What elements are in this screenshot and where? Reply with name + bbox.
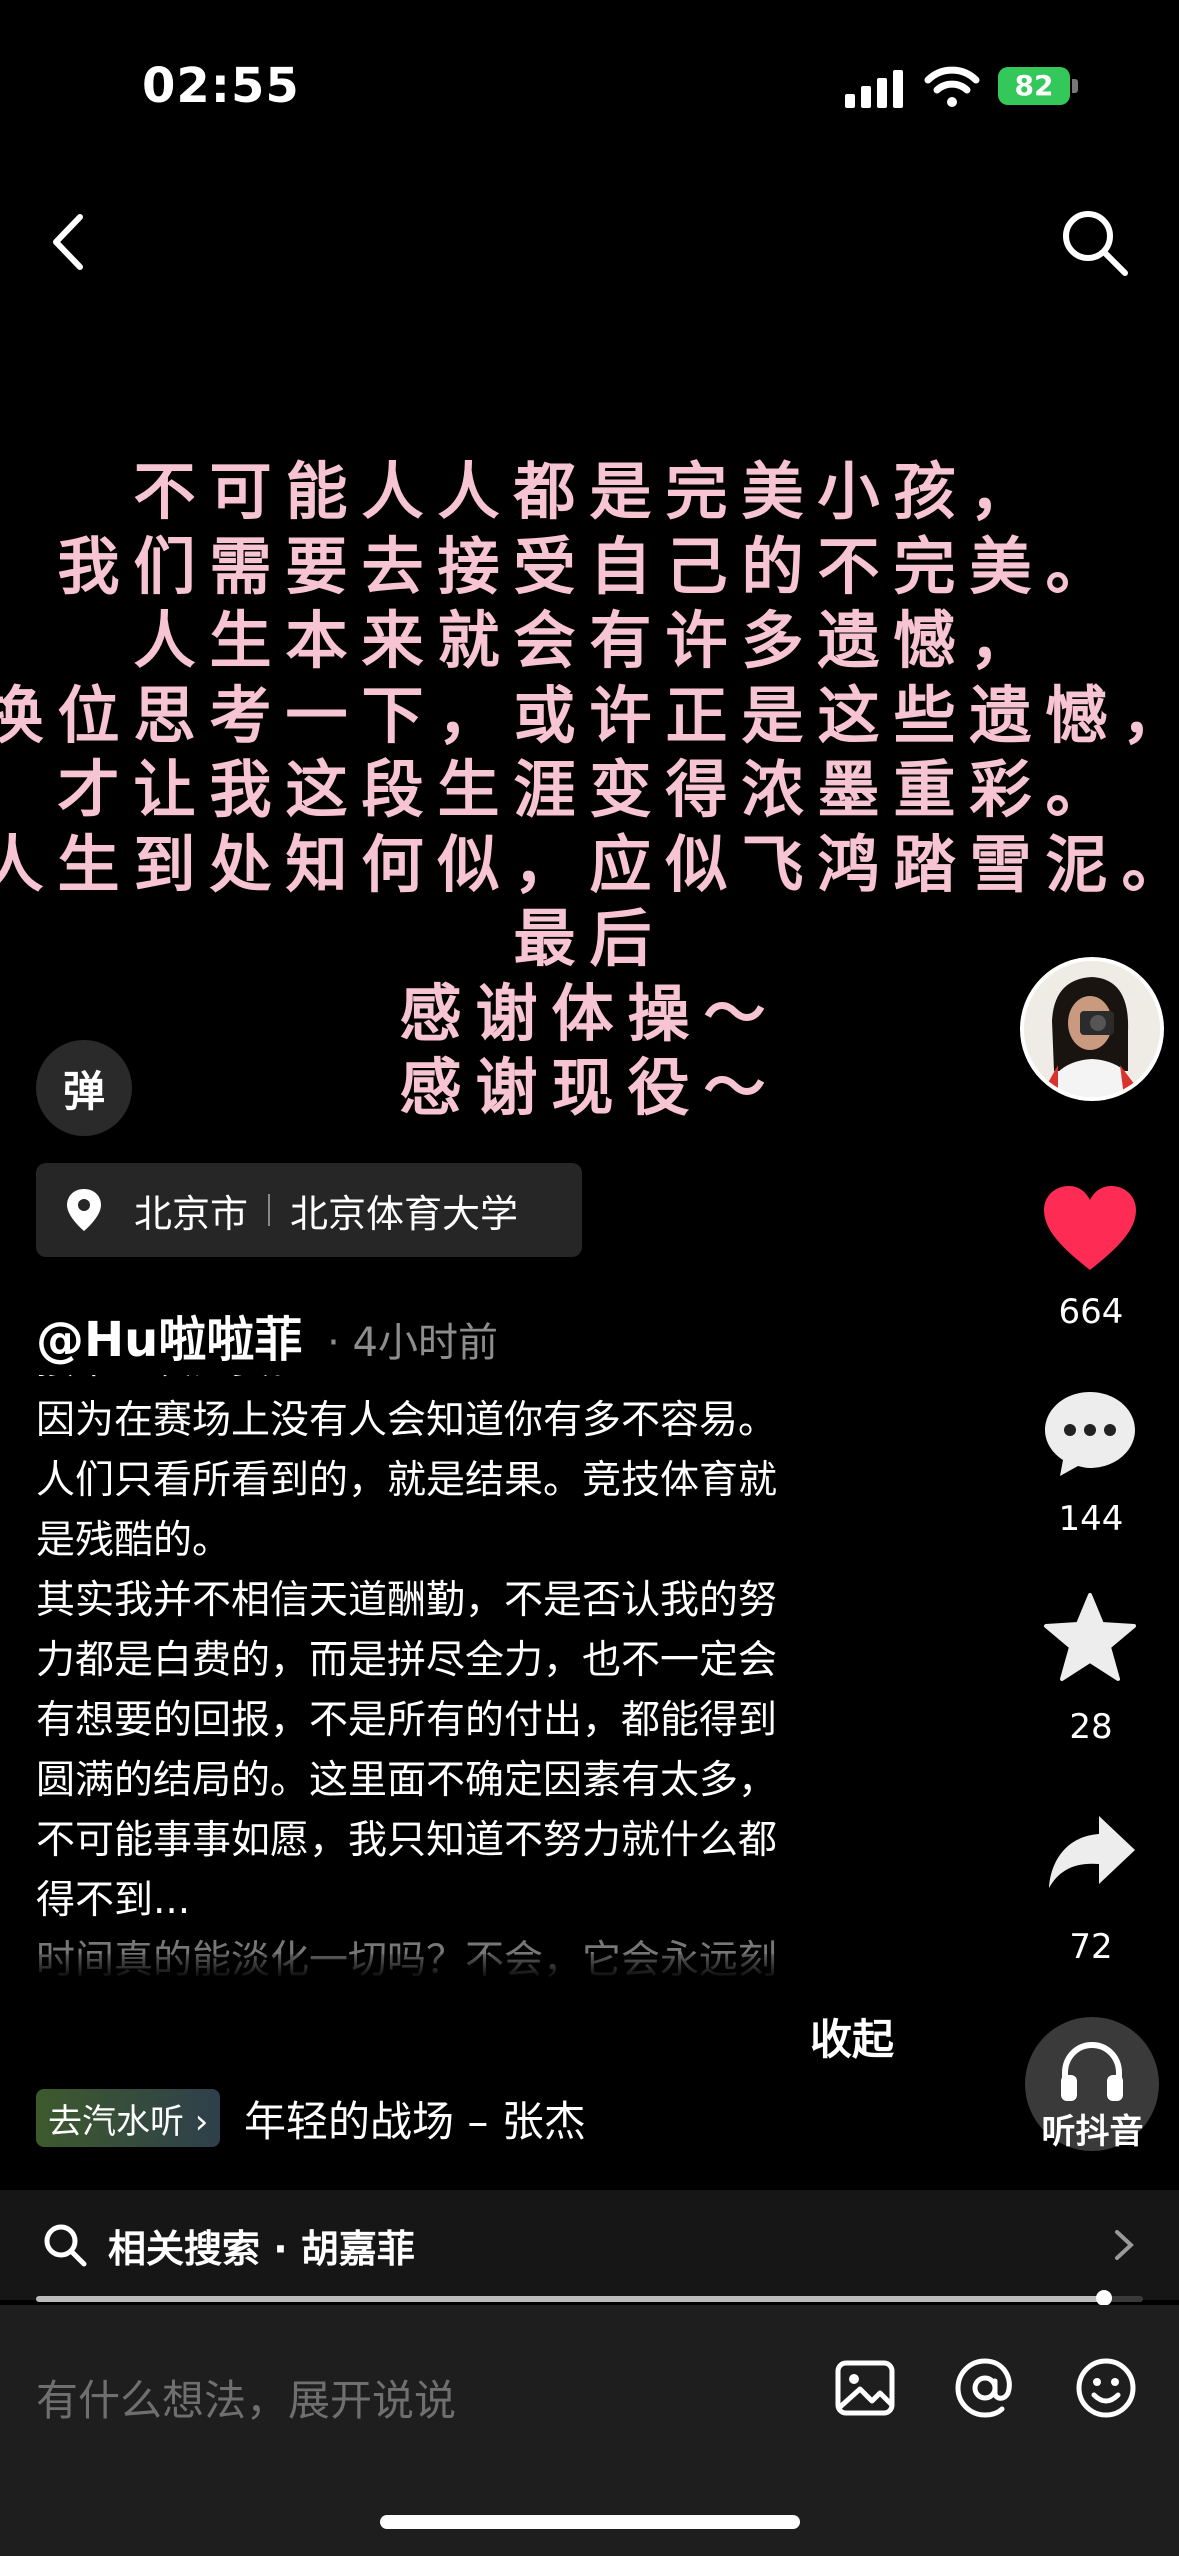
video-progress-bar[interactable] [36, 2290, 1143, 2306]
mention-at-icon[interactable] [952, 2355, 1018, 2421]
collapse-button[interactable]: 收起 [810, 2006, 894, 2067]
chevron-right-icon [1115, 2230, 1134, 2260]
home-indicator [380, 2515, 800, 2529]
emoji-icon[interactable] [1073, 2355, 1139, 2421]
favorite-star-icon[interactable] [1043, 1592, 1137, 1682]
search-icon[interactable] [1055, 203, 1135, 283]
danmu-label: 弹 [62, 1066, 105, 1116]
description-line: 其实我并不相信天道酬勤，不是否认我的努 [36, 1578, 778, 1623]
description-line: 得不到... [36, 1878, 191, 1923]
author-name[interactable]: @Hu啦啦菲 [36, 1312, 302, 1368]
headphones-icon [1061, 2041, 1123, 2101]
like-count: 664 [1058, 1292, 1124, 1332]
share-arrow-icon[interactable] [1045, 1812, 1139, 1892]
qishui-listen-tag[interactable]: 去汽水听 › [36, 2089, 221, 2147]
listen-douyin-label: 听抖音 [1041, 2112, 1144, 2152]
description-line: 力都是白费的，而是拼尽全力，也不一定会 [36, 1638, 778, 1683]
overlay-line: 感谢体操～ [399, 976, 780, 1050]
qishui-listen-label: 去汽水听 › [48, 2101, 209, 2142]
description-fade [36, 1954, 896, 1980]
avatar-photo [1024, 961, 1160, 1097]
location-pin-icon [67, 1189, 101, 1231]
wifi-icon [924, 66, 980, 107]
location-divider [268, 1194, 271, 1226]
overlay-line: 换位思考一下，或许正是这些遗憾， [0, 678, 1179, 752]
music-title[interactable]: 年轻的战场 – 张杰 [244, 2088, 586, 2149]
back-arrow-icon[interactable] [40, 205, 100, 279]
video-overlay-text: 不可能人人都是完美小孩， 我们需要去接受自己的不完美。 人生本来就会有许多遗憾，… [0, 455, 1179, 1126]
description-line: 人们只看所看到的，就是结果。竞技体育就 [36, 1458, 778, 1503]
favorite-count: 28 [1069, 1707, 1113, 1747]
comment-input[interactable]: 有什么想法，展开说说 [36, 2367, 456, 2428]
related-search-label: 相关搜索 · 胡嘉菲 [108, 2226, 415, 2271]
comment-bubble-icon[interactable] [1042, 1388, 1138, 1480]
cellular-signal-icon [845, 68, 905, 108]
status-time: 02:55 [142, 58, 300, 114]
overlay-line: 人生本来就会有许多遗憾， [133, 604, 1046, 677]
overlay-line: 最后 [513, 902, 666, 975]
overlay-line: 感谢现役～ [399, 1051, 780, 1124]
location-city: 北京市 [134, 1191, 249, 1236]
location-chip[interactable]: 北京市 北京体育大学 [36, 1163, 582, 1257]
overlay-line: 不可能人人都是完美小孩， [133, 455, 1046, 528]
comment-count: 144 [1058, 1499, 1124, 1539]
author-avatar[interactable] [1020, 957, 1164, 1101]
description-line: 不可能事事如愿，我只知道不努力就什么都 [36, 1818, 778, 1863]
overlay-line: 人生到处知何似，应似飞鸿踏雪泥。 [0, 827, 1179, 901]
related-search-bar[interactable]: 相关搜索 · 胡嘉菲 [0, 2190, 1179, 2300]
battery-icon: 82 [998, 67, 1078, 105]
like-heart-icon[interactable] [1042, 1184, 1138, 1274]
image-icon[interactable] [832, 2355, 898, 2421]
post-description: 接下一次比赛。 因为在赛场上没有人会知道你有多不容易。 人们只看所看到的，就是结… [36, 1375, 896, 1980]
author-line: @Hu啦啦菲 · 4小时前 [36, 1300, 498, 1370]
post-time: · 4小时前 [327, 1320, 498, 1366]
progress-fill [36, 2296, 1105, 2302]
description-line: 有想要的回报，不是所有的付出，都能得到 [36, 1698, 778, 1743]
description-line: 接下一次比赛。 [36, 1375, 896, 1391]
description-line: 圆满的结局的。这里面不确定因素有太多， [36, 1758, 778, 1803]
share-count: 72 [1069, 1927, 1113, 1967]
description-line: 是残酷的。 [36, 1518, 232, 1563]
overlay-line: 我们需要去接受自己的不完美。 [57, 529, 1122, 603]
battery-level: 82 [998, 67, 1070, 105]
description-line: 因为在赛场上没有人会知道你有多不容易。 [36, 1398, 778, 1443]
progress-knob[interactable] [1096, 2290, 1113, 2306]
search-icon [44, 2224, 87, 2267]
overlay-line: 才让我这段生涯变得浓墨重彩。 [57, 753, 1122, 826]
location-place: 北京体育大学 [290, 1191, 519, 1236]
danmu-toggle-button[interactable]: 弹 [36, 1040, 132, 1136]
